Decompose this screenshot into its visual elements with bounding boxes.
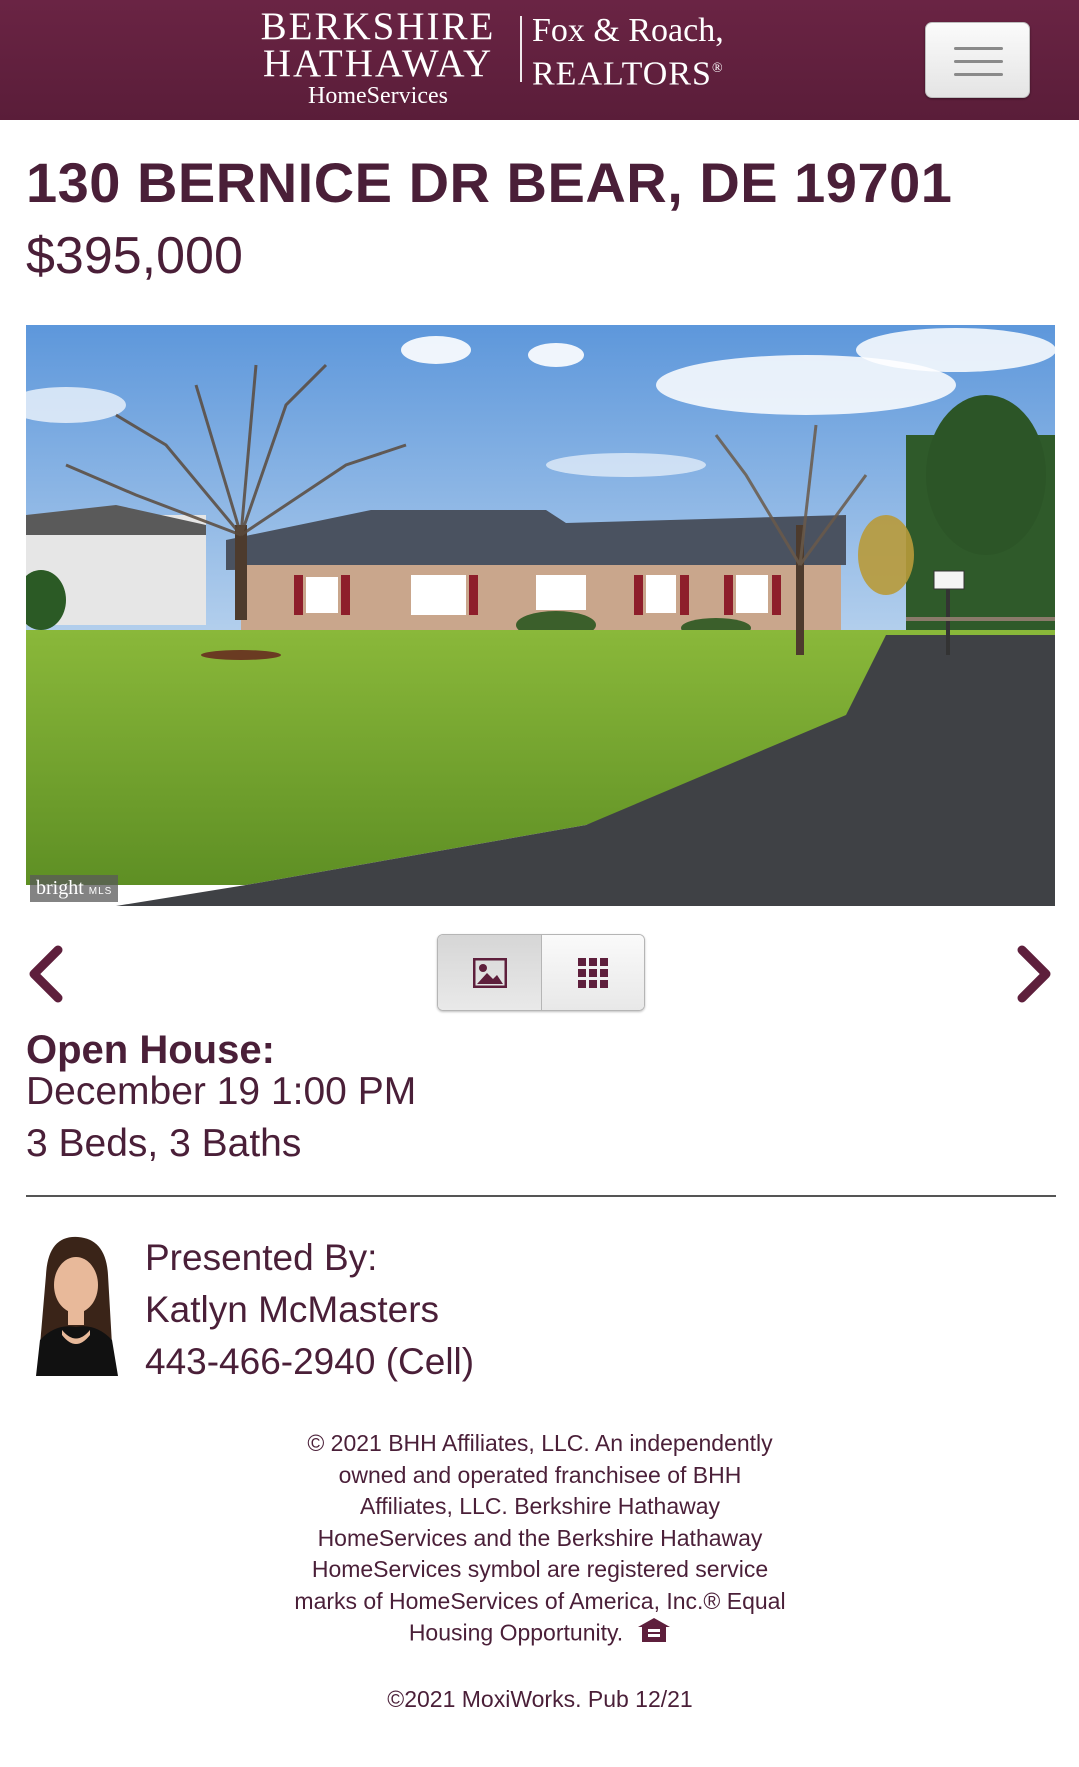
logo-divider (520, 16, 522, 82)
mls-watermark: bright MLS (30, 875, 119, 902)
legal-line-7-wrap: Housing Opportunity. (270, 1617, 810, 1652)
listing-photo[interactable]: bright MLS (26, 325, 1055, 906)
previous-photo-button[interactable] (26, 944, 66, 1004)
image-icon (472, 957, 507, 988)
agent-info: Presented By: Katlyn McMasters 443-466-2… (145, 1232, 474, 1388)
brand-name: BERKSHIRE HATHAWAY HomeServices (252, 5, 504, 110)
grid-view-button[interactable] (541, 935, 644, 1010)
equal-housing-icon (637, 1617, 671, 1652)
section-divider (26, 1195, 1056, 1197)
listing-address: 130 BERNICE DR BEAR, DE 19701 (26, 151, 953, 214)
brand-line-1: BERKSHIRE (260, 5, 496, 48)
next-photo-button[interactable] (1014, 944, 1054, 1004)
presented-by-label: Presented By: (145, 1237, 378, 1278)
listing-price: $395,000 (26, 227, 243, 285)
brand-line-3: HomeServices (308, 83, 448, 109)
photo-view-button[interactable] (438, 935, 541, 1010)
chevron-right-icon (1017, 945, 1051, 1003)
brand-logo[interactable]: BERKSHIRE HATHAWAY HomeServices Fox & Ro… (252, 5, 752, 112)
brand-line-2: HATHAWAY (262, 42, 494, 85)
open-house-label: Open House: (26, 1028, 275, 1072)
grid-icon (578, 957, 608, 988)
legal-line-2: owned and operated franchisee of BHH (338, 1461, 742, 1488)
agent-avatar (26, 1235, 126, 1376)
menu-button[interactable] (925, 22, 1030, 98)
legal-line-1: © 2021 BHH Affiliates, LLC. An independe… (307, 1430, 773, 1456)
partner-line-1: Fox & Roach, (532, 12, 724, 49)
legal-line-5: HomeServices symbol are registered servi… (311, 1556, 769, 1582)
partner-name: Fox & Roach, REALTORS® (532, 12, 724, 93)
beds-baths: 3 Beds, 3 Baths (26, 1122, 302, 1165)
copyright: ©2021 MoxiWorks. Pub 12/21 (387, 1686, 693, 1712)
legal-line-3: Affiliates, LLC. Berkshire Hathaway (359, 1493, 721, 1519)
house-photo-image (26, 325, 1055, 906)
partner-line-2: REALTORS® (532, 55, 724, 93)
agent-name[interactable]: Katlyn McMasters (145, 1284, 474, 1336)
legal-disclaimer: © 2021 BHH Affiliates, LLC. An independe… (270, 1428, 810, 1652)
legal-line-6: marks of HomeServices of America, Inc.® … (294, 1587, 786, 1614)
legal-line-7: Housing Opportunity. (408, 1619, 624, 1646)
gallery-view-toggle (437, 934, 645, 1011)
site-header: BERKSHIRE HATHAWAY HomeServices Fox & Ro… (0, 0, 1079, 120)
agent-phone[interactable]: 443-466-2940 (Cell) (145, 1336, 474, 1388)
open-house-date: December 19 1:00 PM (26, 1070, 417, 1113)
chevron-left-icon (29, 945, 63, 1003)
legal-line-4: HomeServices and the Berkshire Hathaway (317, 1524, 763, 1551)
